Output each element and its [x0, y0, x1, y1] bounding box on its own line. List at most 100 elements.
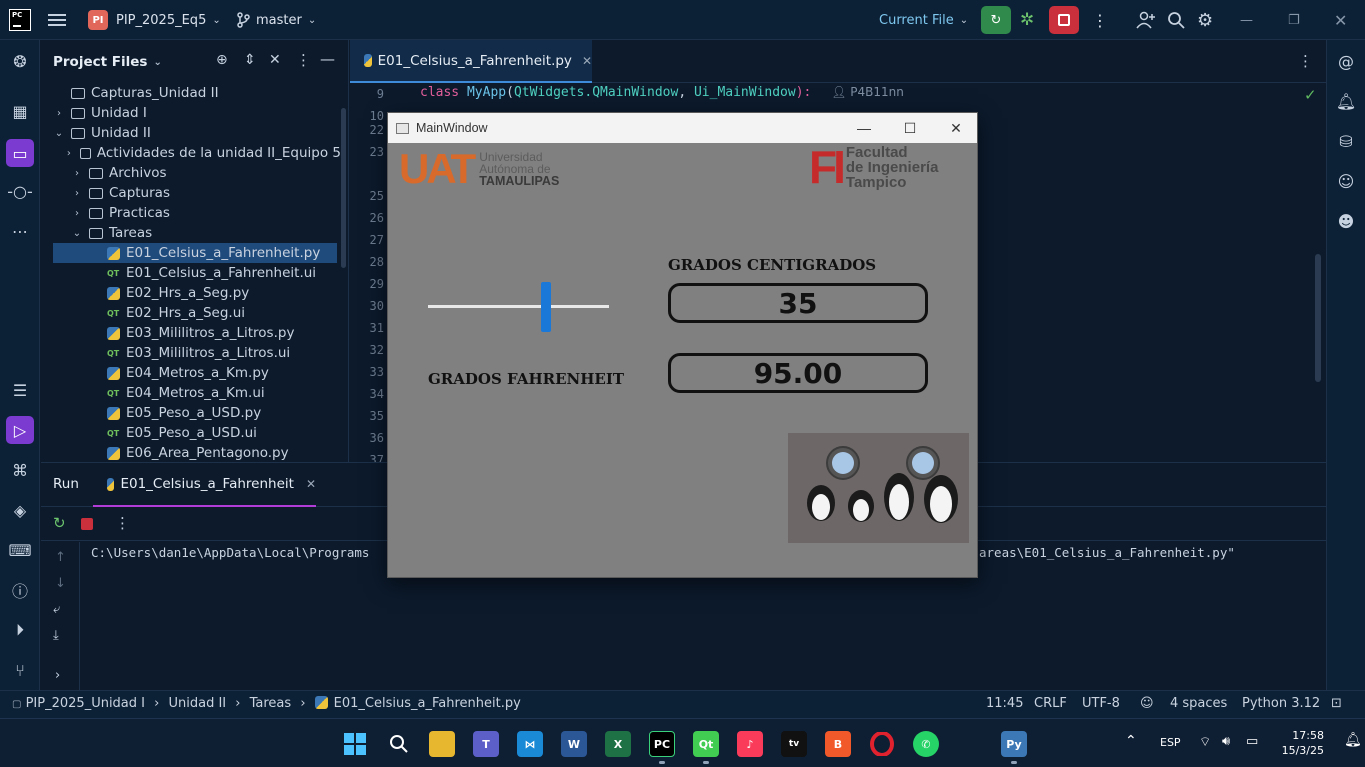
- expand-all-button[interactable]: ⇕: [244, 52, 256, 68]
- todo-button[interactable]: ☰: [8, 378, 32, 402]
- tree-item[interactable]: › Archivos: [41, 163, 341, 183]
- qt-main-window[interactable]: MainWindow — ☐ ✕ UAT Universidad Autónom…: [387, 112, 978, 578]
- music-icon[interactable]: ♪: [737, 731, 763, 757]
- excel-icon[interactable]: X: [605, 731, 631, 757]
- app-logo[interactable]: PC: [9, 0, 31, 40]
- services-button[interactable]: ⏵: [8, 618, 32, 642]
- caret-position[interactable]: 11:45: [986, 696, 1023, 711]
- hide-panel-button[interactable]: —: [320, 50, 335, 68]
- copilot-button[interactable]: ☺: [1334, 169, 1358, 193]
- minimize-button[interactable]: —: [1240, 0, 1253, 40]
- commit-button[interactable]: -○-: [7, 179, 33, 203]
- chevron-right-icon[interactable]: ›: [55, 668, 60, 683]
- breadcrumb-item[interactable]: Unidad II: [168, 696, 226, 711]
- chevron-right-icon[interactable]: ›: [53, 108, 65, 119]
- chevron-down-icon[interactable]: ⌄: [71, 228, 83, 239]
- qt-minimize-button[interactable]: —: [841, 113, 887, 143]
- layers-button[interactable]: ◈: [8, 498, 32, 522]
- main-menu-button[interactable]: [48, 0, 66, 40]
- vscode-icon[interactable]: ⋈: [517, 731, 543, 757]
- indent-setting[interactable]: 4 spaces: [1170, 696, 1227, 711]
- run-config-selector[interactable]: Current File ⌄: [879, 0, 968, 40]
- tree-item[interactable]: › Practicas: [41, 203, 341, 223]
- wifi-icon[interactable]: ⌔: [1199, 734, 1211, 750]
- chevron-right-icon[interactable]: ›: [71, 208, 83, 219]
- copilot-chat-button[interactable]: ☻: [1334, 209, 1358, 233]
- problems-button[interactable]: ⓘ: [8, 578, 32, 602]
- settings-button[interactable]: ⚙: [1197, 0, 1213, 40]
- teams-icon[interactable]: T: [473, 731, 499, 757]
- search-button[interactable]: [386, 731, 412, 757]
- tree-item[interactable]: QT E05_Peso_a_USD.ui: [41, 423, 341, 443]
- rerun-icon[interactable]: ↻: [53, 514, 66, 532]
- more-actions-button[interactable]: ⋮: [1092, 0, 1108, 40]
- breadcrumb-item[interactable]: PIP_2025_Unidad I: [26, 696, 145, 711]
- arrow-down-icon[interactable]: ↓: [55, 576, 66, 591]
- more-tools-button[interactable]: ⋯: [8, 219, 32, 243]
- tray-overflow-icon[interactable]: ⌃: [1125, 733, 1137, 749]
- python-interpreter[interactable]: Python 3.12: [1242, 696, 1320, 711]
- battery-icon[interactable]: ▭: [1246, 734, 1258, 749]
- options-button[interactable]: ⋮: [296, 51, 311, 69]
- tree-item[interactable]: › Actividades de la unidad II_Equipo 5: [41, 143, 341, 163]
- tree-item[interactable]: Capturas_Unidad II: [41, 83, 341, 103]
- editor-tab[interactable]: E01_Celsius_a_Fahrenheit.py ✕: [350, 40, 592, 83]
- chevron-down-icon[interactable]: ⌄: [53, 128, 65, 139]
- opera-icon[interactable]: [869, 731, 895, 757]
- tree-item[interactable]: › Unidad I: [41, 103, 341, 123]
- volume-icon[interactable]: 🔊︎: [1222, 734, 1230, 749]
- tree-item[interactable]: QT E01_Celsius_a_Fahrenheit.ui: [41, 263, 341, 283]
- tree-item[interactable]: E04_Metros_a_Km.py: [41, 363, 341, 383]
- run-config-tab[interactable]: E01_Celsius_a_Fahrenheit ✕: [93, 463, 316, 507]
- more-vertical-icon[interactable]: ⋮: [115, 514, 130, 532]
- close-icon[interactable]: ✕: [582, 54, 592, 68]
- line-separator[interactable]: CRLF: [1034, 696, 1067, 711]
- apple-tv-icon[interactable]: tv: [781, 731, 807, 757]
- structure-button[interactable]: ▦: [8, 99, 32, 123]
- git-button[interactable]: ⑂: [8, 658, 32, 682]
- database-button[interactable]: ⛁: [1334, 129, 1358, 153]
- slider-handle[interactable]: [541, 282, 551, 332]
- editor-scrollbar[interactable]: [1315, 254, 1321, 382]
- scroll-end-icon[interactable]: ⤓: [53, 628, 59, 643]
- word-icon[interactable]: W: [561, 731, 587, 757]
- tree-item[interactable]: QT E04_Metros_a_Km.ui: [41, 383, 341, 403]
- file-encoding[interactable]: UTF-8: [1082, 696, 1120, 711]
- tree-item[interactable]: E02_Hrs_a_Seg.py: [41, 283, 341, 303]
- chevron-right-icon[interactable]: ›: [71, 168, 83, 179]
- ai-assistant-button[interactable]: ❂: [8, 49, 32, 73]
- scrollbar[interactable]: [341, 108, 346, 268]
- tree-item[interactable]: QT E02_Hrs_a_Seg.ui: [41, 303, 341, 323]
- add-user-button[interactable]: [1136, 0, 1156, 40]
- project-tool-button[interactable]: ▭: [6, 139, 34, 167]
- branch-selector[interactable]: master ⌄: [236, 0, 316, 40]
- clock[interactable]: 17:58 15/3/25: [1276, 728, 1324, 758]
- project-selector[interactable]: PI PIP_2025_Eq5 ⌄: [88, 0, 221, 40]
- run-tool-button[interactable]: ▷: [6, 416, 34, 444]
- windows-start-button[interactable]: [342, 731, 368, 757]
- qt-close-button[interactable]: ✕: [933, 113, 979, 143]
- keyboard-language[interactable]: ESP: [1160, 736, 1181, 749]
- ai-chat-button[interactable]: @: [1334, 49, 1358, 73]
- tree-item[interactable]: › Capturas: [41, 183, 341, 203]
- search-button[interactable]: [1167, 0, 1185, 40]
- arrow-up-icon[interactable]: ↑: [55, 550, 66, 565]
- python-app-icon[interactable]: Py: [1001, 731, 1027, 757]
- editor-options-button[interactable]: ⋮: [1298, 52, 1313, 70]
- qt-designer-icon[interactable]: Qt: [693, 731, 719, 757]
- tree-item[interactable]: ⌄ Unidad II: [41, 123, 341, 143]
- brave-icon[interactable]: B: [825, 731, 851, 757]
- debug-button[interactable]: ✲: [1020, 0, 1034, 40]
- tree-item[interactable]: E01_Celsius_a_Fahrenheit.py: [53, 243, 337, 263]
- restore-button[interactable]: ❐: [1288, 0, 1300, 40]
- tree-item[interactable]: E03_Mililitros_a_Litros.py: [41, 323, 341, 343]
- console-output[interactable]: C:\Users\dan1e\AppData\Local\Programs: [91, 545, 369, 560]
- python-packages-button[interactable]: ⌘: [8, 458, 32, 482]
- celsius-slider[interactable]: [428, 305, 609, 308]
- copilot-status-icon[interactable]: ☺: [1140, 696, 1154, 711]
- notification-bell-icon[interactable]: 🔔︎: [1344, 732, 1362, 748]
- tree-item[interactable]: E05_Peso_a_USD.py: [41, 403, 341, 423]
- breadcrumb-item[interactable]: E01_Celsius_a_Fahrenheit.py: [334, 696, 521, 711]
- pycharm-taskbar-icon[interactable]: PC: [649, 731, 675, 757]
- tree-item[interactable]: E06_Area_Pentagono.py: [41, 443, 341, 463]
